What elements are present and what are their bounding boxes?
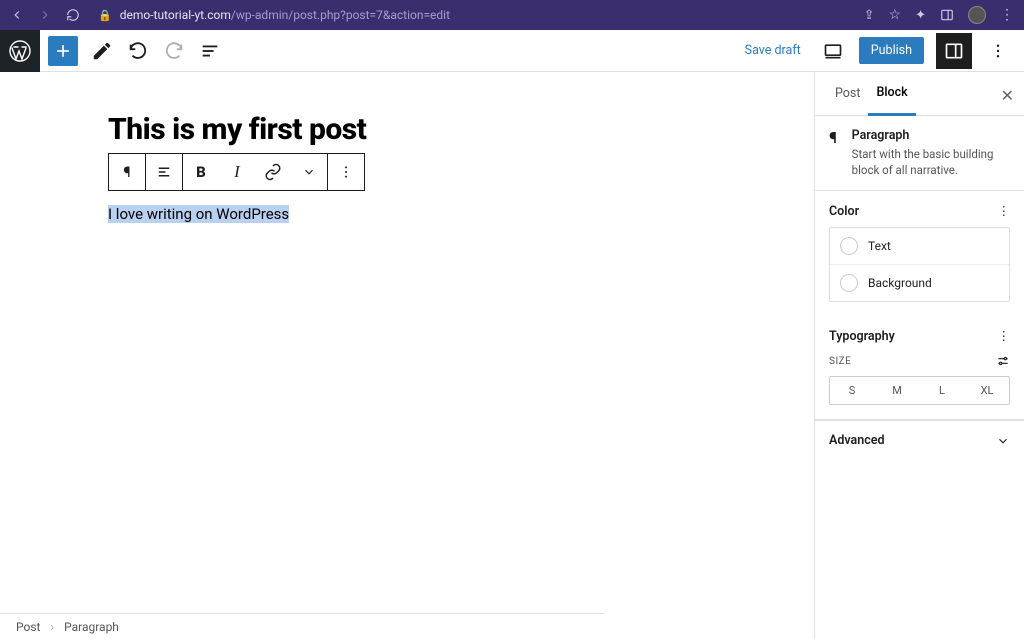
paragraph-block[interactable]: I love writing on WordPress xyxy=(108,205,814,223)
extensions-icon[interactable]: ✦ xyxy=(915,8,926,23)
close-icon[interactable]: ✕ xyxy=(1001,86,1014,105)
size-m[interactable]: M xyxy=(874,377,919,404)
chevron-down-icon[interactable] xyxy=(291,154,327,190)
lock-icon: 🔒 xyxy=(98,9,112,22)
reload-icon[interactable] xyxy=(66,8,80,22)
typography-heading: Typography xyxy=(829,329,895,344)
add-block-button[interactable] xyxy=(48,36,78,66)
color-options-icon[interactable]: ⋮ xyxy=(998,203,1011,219)
block-info-panel: ¶ Paragraph Start with the basic buildin… xyxy=(815,116,1024,191)
size-label: SIZE xyxy=(829,356,851,367)
background-color-label: Background xyxy=(868,276,932,290)
breadcrumb: Post › Paragraph xyxy=(0,613,604,639)
background-color-button[interactable]: Background xyxy=(830,264,1009,301)
post-title[interactable]: This is my first post xyxy=(108,112,814,147)
more-options-icon[interactable] xyxy=(980,33,1016,69)
swatch-icon xyxy=(840,237,858,255)
back-icon[interactable] xyxy=(10,8,24,22)
paragraph-icon: ¶ xyxy=(829,128,842,147)
profile-avatar[interactable] xyxy=(968,6,986,24)
block-name: Paragraph xyxy=(852,128,1010,143)
size-options: S M L XL xyxy=(829,376,1010,405)
publish-button[interactable]: Publish xyxy=(859,37,924,64)
italic-button[interactable]: I xyxy=(219,154,255,190)
block-description: Start with the basic building block of a… xyxy=(852,147,1010,178)
undo-icon[interactable] xyxy=(120,33,156,69)
chevron-down-icon xyxy=(996,434,1010,448)
size-settings-icon[interactable] xyxy=(996,354,1010,368)
align-icon[interactable] xyxy=(146,154,182,190)
redo-icon[interactable] xyxy=(156,33,192,69)
size-xl[interactable]: XL xyxy=(964,377,1009,404)
bookmark-icon[interactable]: ☆ xyxy=(889,7,902,23)
typography-panel: Typography ⋮ SIZE S M L XL xyxy=(815,316,1024,420)
size-s[interactable]: S xyxy=(830,377,874,404)
text-color-button[interactable]: Text xyxy=(830,228,1009,264)
settings-sidebar: Post Block ✕ ¶ Paragraph Start with the … xyxy=(814,72,1024,639)
share-icon[interactable]: ⇪ xyxy=(864,8,875,23)
chevron-right-icon: › xyxy=(50,620,54,634)
swatch-icon xyxy=(840,274,858,292)
chrome-menu-icon[interactable]: ⋮ xyxy=(1000,7,1014,23)
document-outline-icon[interactable] xyxy=(192,33,228,69)
link-icon[interactable] xyxy=(255,154,291,190)
advanced-panel-toggle[interactable]: Advanced xyxy=(815,420,1024,460)
address-bar[interactable]: 🔒 demo-tutorial-yt.com/wp-admin/post.php… xyxy=(92,8,852,22)
breadcrumb-root[interactable]: Post xyxy=(16,620,40,634)
block-toolbar: ¶ B I xyxy=(108,153,365,191)
bold-button[interactable]: B xyxy=(183,154,219,190)
paragraph-type-icon[interactable]: ¶ xyxy=(109,154,145,190)
block-more-icon[interactable] xyxy=(328,154,364,190)
tab-block[interactable]: Block xyxy=(868,72,915,116)
url-text: demo-tutorial-yt.com/wp-admin/post.php?p… xyxy=(120,8,450,22)
edit-mode-icon[interactable] xyxy=(84,33,120,69)
preview-button[interactable] xyxy=(815,33,851,69)
color-panel: Color ⋮ Text Background xyxy=(815,191,1024,316)
typography-options-icon[interactable]: ⋮ xyxy=(998,328,1011,344)
tab-post[interactable]: Post xyxy=(827,72,868,116)
text-color-label: Text xyxy=(868,239,891,253)
browser-toolbar: 🔒 demo-tutorial-yt.com/wp-admin/post.php… xyxy=(0,0,1024,30)
editor-canvas[interactable]: This is my first post ¶ B I I love writi… xyxy=(0,72,814,639)
size-l[interactable]: L xyxy=(919,377,964,404)
settings-panel-toggle[interactable] xyxy=(936,33,972,69)
advanced-label: Advanced xyxy=(829,433,885,448)
save-draft-button[interactable]: Save draft xyxy=(739,43,807,58)
wordpress-logo[interactable] xyxy=(0,30,40,72)
color-heading: Color xyxy=(829,204,859,219)
panel-icon[interactable] xyxy=(940,8,954,22)
forward-icon[interactable] xyxy=(38,8,52,22)
editor-topbar: Save draft Publish xyxy=(40,30,1024,72)
breadcrumb-current[interactable]: Paragraph xyxy=(64,620,119,634)
